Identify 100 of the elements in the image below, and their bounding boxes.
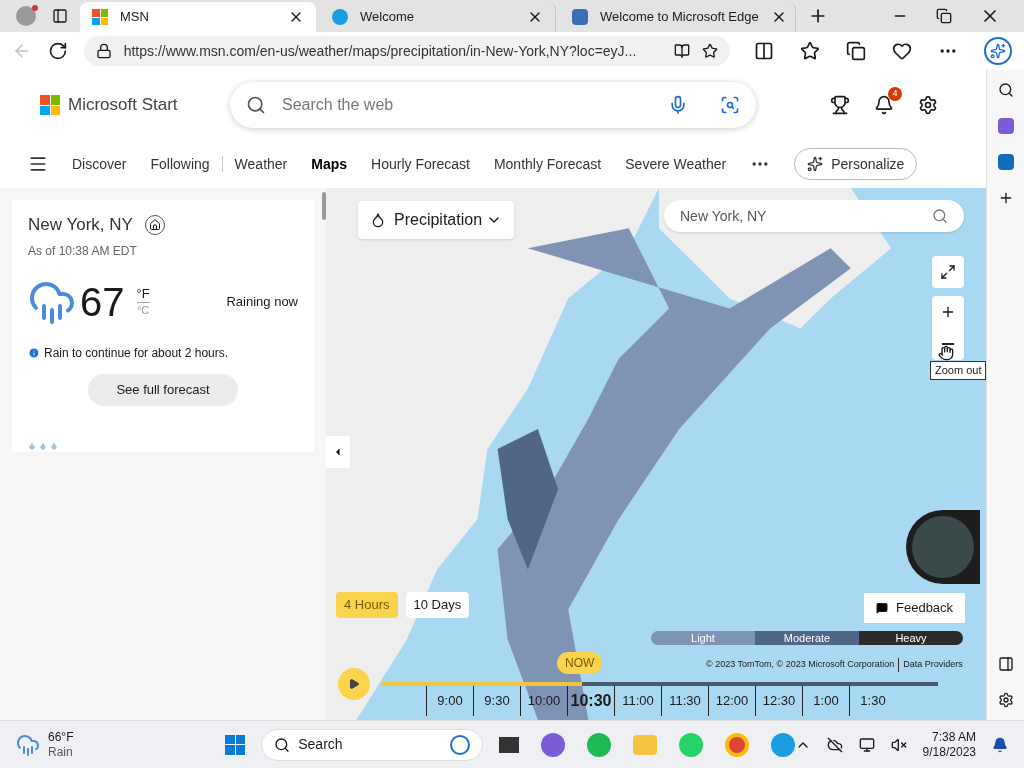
- time-label[interactable]: 11:00: [614, 686, 661, 716]
- nav-link[interactable]: Hourly Forecast: [371, 153, 470, 175]
- settings-icon[interactable]: [997, 692, 1014, 708]
- feedback-button[interactable]: Feedback: [864, 593, 966, 623]
- office-icon[interactable]: [997, 118, 1014, 134]
- plus-icon: [940, 304, 956, 320]
- condition-text: Raining now: [226, 292, 298, 311]
- nav-link[interactable]: Maps: [311, 153, 348, 175]
- favorites-icon[interactable]: [800, 41, 820, 61]
- collapse-panel-button[interactable]: [326, 436, 350, 468]
- tooltip: Zoom out: [930, 361, 986, 380]
- time-label[interactable]: 12:00: [708, 686, 755, 716]
- radar-globe-button[interactable]: [906, 510, 980, 584]
- map-search-input[interactable]: New York, NY: [680, 205, 932, 227]
- fahrenheit-toggle[interactable]: °F: [136, 287, 150, 303]
- expand-icon: [940, 264, 956, 280]
- alert-text: Rain to continue for about 2 hours.: [44, 344, 229, 362]
- nav-link[interactable]: Weather: [234, 153, 288, 175]
- time-label[interactable]: 1:00: [802, 686, 849, 716]
- monitor-icon[interactable]: [858, 736, 875, 753]
- clock-time[interactable]: 7:38 AM: [931, 729, 976, 745]
- browser-app-icon[interactable]: [724, 732, 749, 757]
- now-badge: NOW: [557, 652, 603, 674]
- clock-date[interactable]: 9/18/2023: [922, 744, 976, 760]
- browser-tab[interactable]: MSN: [80, 2, 316, 32]
- nav-link[interactable]: Monthly Forecast: [493, 153, 602, 175]
- copilot-icon[interactable]: [984, 37, 1012, 65]
- nav-link[interactable]: Severe Weather: [625, 153, 727, 175]
- outlook-icon[interactable]: [997, 154, 1014, 170]
- search-icon[interactable]: [997, 82, 1014, 98]
- task-view-icon[interactable]: [498, 736, 519, 753]
- raindrops-icon: [28, 441, 58, 450]
- tab-actions-icon[interactable]: [52, 8, 68, 24]
- profile-avatar-icon[interactable]: [16, 6, 36, 26]
- split-screen-icon[interactable]: [754, 41, 774, 61]
- video-call-app-icon[interactable]: [540, 732, 565, 757]
- nav-link[interactable]: Discover: [72, 153, 127, 175]
- time-label[interactable]: 9:00: [426, 686, 473, 716]
- favorite-star-icon[interactable]: [702, 43, 718, 59]
- address-bar[interactable]: https://www.msn.com/en-us/weather/maps/precipitation/in-New-York,NY?loc=eyJ...: [83, 36, 730, 66]
- minus-icon: [942, 343, 954, 345]
- map-search-field[interactable]: New York, NY: [664, 200, 964, 232]
- copyright-text: © 2023 TomTom, © 2023 Microsoft Corporation: [706, 658, 895, 671]
- start-icon[interactable]: [225, 734, 246, 755]
- search-label: Search: [298, 735, 344, 754]
- nav-link[interactable]: Following: [150, 153, 210, 175]
- home-icon: [148, 218, 161, 231]
- legend-item: Heavy: [859, 631, 963, 645]
- search-input[interactable]: Search the web: [282, 93, 652, 117]
- bing-icon[interactable]: [449, 734, 470, 755]
- notification-bell-icon[interactable]: [992, 736, 1008, 753]
- cloud-off-icon[interactable]: [826, 736, 843, 753]
- range-tab[interactable]: 10 Days: [405, 592, 470, 618]
- data-providers-link[interactable]: Data Providers: [898, 658, 963, 672]
- bell-icon[interactable]: [874, 95, 894, 115]
- refresh-icon[interactable]: [47, 41, 68, 61]
- range-tab[interactable]: 4 Hours: [336, 592, 398, 618]
- speaker-muted-icon[interactable]: [890, 736, 907, 753]
- site-icon: [572, 9, 588, 25]
- tab-title: Welcome: [360, 8, 415, 27]
- search-icon[interactable]: [246, 95, 266, 115]
- taskbar-search-field[interactable]: Search: [261, 728, 483, 761]
- forecast-button[interactable]: See full forecast: [88, 373, 238, 406]
- tab-title: Welcome to Microsoft Edge: [600, 8, 759, 27]
- temperature: 67: [80, 278, 125, 326]
- collections-icon[interactable]: [846, 41, 866, 61]
- time-label[interactable]: 12:30: [755, 686, 802, 716]
- info-icon: [28, 346, 40, 359]
- legend-item: Moderate: [755, 631, 859, 645]
- settings-icon[interactable]: [918, 95, 938, 115]
- tab-title: MSN: [120, 8, 150, 27]
- time-label[interactable]: 10:30: [567, 686, 614, 716]
- logo-icon: [40, 95, 60, 115]
- restore-icon[interactable]: [936, 8, 952, 24]
- sidebar-icon[interactable]: [997, 656, 1014, 672]
- taskbar-condition: Rain: [48, 744, 74, 760]
- menu-icon[interactable]: [28, 154, 48, 174]
- logo-text[interactable]: Microsoft Start: [68, 92, 178, 118]
- notification-count: 4: [888, 87, 902, 101]
- fullscreen-button[interactable]: [932, 256, 964, 288]
- time-label[interactable]: 11:30: [661, 686, 708, 716]
- url-text: https://www.msn.com/en-us/weather/maps/precipitation/in-New-York,NY?loc=eyJ...: [123, 41, 638, 61]
- visual-search-icon[interactable]: [720, 95, 740, 115]
- lock-icon[interactable]: [95, 43, 112, 59]
- droplet-icon: [370, 212, 386, 228]
- message-icon: [876, 602, 888, 614]
- trophy-icon[interactable]: [830, 95, 850, 115]
- search-field[interactable]: Search the web: [230, 82, 756, 128]
- sparkle-icon: [807, 156, 824, 172]
- site-icon: [332, 9, 348, 25]
- heart-pulse-icon[interactable]: [892, 41, 912, 61]
- read-aloud-icon[interactable]: [674, 43, 690, 59]
- play-icon: [348, 678, 360, 690]
- time-label[interactable]: 1:30: [849, 686, 896, 716]
- microphone-icon[interactable]: [668, 95, 688, 115]
- time-label[interactable]: 10:00: [520, 686, 567, 716]
- rain-cloud-icon[interactable]: [16, 732, 40, 757]
- legend-item: Light: [651, 631, 755, 645]
- time-label[interactable]: 9:30: [473, 686, 520, 716]
- site-icon: [92, 9, 108, 25]
